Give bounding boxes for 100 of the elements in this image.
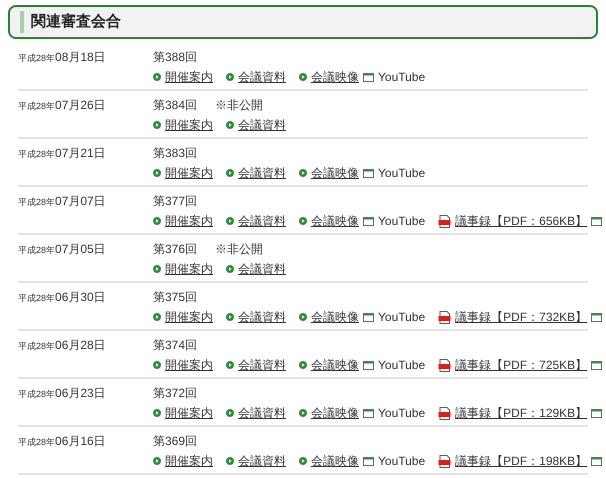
pdf-icon xyxy=(438,454,452,468)
session-number: 第376回 xyxy=(153,241,198,257)
bullet-icon xyxy=(299,457,307,465)
bullet-icon xyxy=(226,313,234,321)
bullet-icon xyxy=(226,73,234,81)
new-window-icon xyxy=(591,216,602,226)
video-link[interactable]: 会議映像 xyxy=(311,165,359,181)
new-window-icon xyxy=(363,408,374,418)
session-number: 第375回 xyxy=(153,289,198,305)
bullet-icon xyxy=(226,217,234,225)
section-title: 関連審査会合 xyxy=(31,12,121,32)
video-link[interactable]: 会議映像 xyxy=(311,453,359,469)
bullet-icon xyxy=(299,361,307,369)
bullet-icon xyxy=(299,73,307,81)
meeting-link[interactable]: 会議資料 xyxy=(238,261,286,277)
bullet-icon xyxy=(153,409,161,417)
bullet-icon xyxy=(153,73,161,81)
video-service-label: YouTube xyxy=(378,309,426,325)
video-link[interactable]: 会議映像 xyxy=(311,69,359,85)
meeting-link[interactable]: 開催案内 xyxy=(165,117,213,133)
meeting-link[interactable]: 開催案内 xyxy=(165,213,213,229)
bullet-icon xyxy=(226,361,234,369)
new-window-icon xyxy=(591,312,602,322)
meeting-date: 平成28年07月05日 xyxy=(18,241,107,258)
new-window-icon xyxy=(363,216,374,226)
private-note: ※非公開 xyxy=(215,241,264,257)
private-note: ※非公開 xyxy=(215,97,264,113)
bullet-icon xyxy=(153,169,161,177)
meeting-date: 平成28年06月30日 xyxy=(18,289,107,306)
meeting-link[interactable]: 開催案内 xyxy=(165,261,213,277)
session-number: 第369回 xyxy=(153,433,198,449)
meeting-date: 平成28年06月23日 xyxy=(18,385,107,402)
video-link[interactable]: 会議映像 xyxy=(311,213,359,229)
bullet-icon xyxy=(299,313,307,321)
video-service-label: YouTube xyxy=(378,453,426,469)
meeting-date: 平成28年06月16日 xyxy=(18,433,107,450)
bullet-icon xyxy=(299,409,307,417)
video-service-label: YouTube xyxy=(378,213,426,229)
new-window-icon xyxy=(363,168,374,178)
new-window-icon xyxy=(363,312,374,322)
bullet-icon xyxy=(226,457,234,465)
meeting-link[interactable]: 会議資料 xyxy=(238,309,286,325)
minutes-pdf-link[interactable]: 議事録【PDF：732KB】 xyxy=(455,309,588,325)
meeting-link[interactable]: 会議資料 xyxy=(238,405,286,421)
meeting-date: 平成28年07月21日 xyxy=(18,145,107,162)
meeting-link[interactable]: 開催案内 xyxy=(165,357,213,373)
bullet-icon xyxy=(226,121,234,129)
bullet-icon xyxy=(226,169,234,177)
pdf-icon xyxy=(438,310,452,324)
meeting-date: 平成28年07月26日 xyxy=(18,97,107,114)
meeting-date: 平成28年06月28日 xyxy=(18,337,107,354)
bullet-icon xyxy=(299,217,307,225)
pdf-icon xyxy=(438,406,452,420)
session-number: 第377回 xyxy=(153,193,198,209)
video-service-label: YouTube xyxy=(378,69,426,85)
new-window-icon xyxy=(591,360,602,370)
new-window-icon xyxy=(591,408,602,418)
bullet-icon xyxy=(153,313,161,321)
session-number: 第384回 xyxy=(153,97,198,113)
minutes-pdf-link[interactable]: 議事録【PDF：725KB】 xyxy=(455,357,588,373)
meeting-link[interactable]: 開催案内 xyxy=(165,165,213,181)
meeting-link[interactable]: 開催案内 xyxy=(165,309,213,325)
video-link[interactable]: 会議映像 xyxy=(311,357,359,373)
video-link[interactable]: 会議映像 xyxy=(311,405,359,421)
meeting-date: 平成28年08月18日 xyxy=(18,49,107,66)
video-service-label: YouTube xyxy=(378,405,426,421)
session-number: 第372回 xyxy=(153,385,198,401)
new-window-icon xyxy=(363,456,374,466)
meeting-link[interactable]: 開催案内 xyxy=(165,453,213,469)
meeting-link[interactable]: 会議資料 xyxy=(238,213,286,229)
bullet-icon xyxy=(153,265,161,273)
video-service-label: YouTube xyxy=(378,165,426,181)
minutes-pdf-link[interactable]: 議事録【PDF：656KB】 xyxy=(455,213,588,229)
session-number: 第374回 xyxy=(153,337,198,353)
bullet-icon xyxy=(153,217,161,225)
minutes-pdf-link[interactable]: 議事録【PDF：129KB】 xyxy=(455,405,588,421)
meeting-link[interactable]: 会議資料 xyxy=(238,453,286,469)
bullet-icon xyxy=(226,409,234,417)
video-link[interactable]: 会議映像 xyxy=(311,309,359,325)
bullet-icon xyxy=(299,169,307,177)
meeting-link[interactable]: 会議資料 xyxy=(238,117,286,133)
meeting-date: 平成28年07月07日 xyxy=(18,193,107,210)
header-accent-bar xyxy=(20,11,24,33)
minutes-pdf-link[interactable]: 議事録【PDF：198KB】 xyxy=(455,453,588,469)
meeting-link[interactable]: 開催案内 xyxy=(165,69,213,85)
new-window-icon xyxy=(363,72,374,82)
new-window-icon xyxy=(363,360,374,370)
bullet-icon xyxy=(153,121,161,129)
session-number: 第383回 xyxy=(153,145,198,161)
new-window-icon xyxy=(591,456,602,466)
meeting-link[interactable]: 会議資料 xyxy=(238,165,286,181)
bullet-icon xyxy=(226,265,234,273)
meeting-link[interactable]: 会議資料 xyxy=(238,69,286,85)
bullet-icon xyxy=(153,457,161,465)
meeting-link[interactable]: 会議資料 xyxy=(238,357,286,373)
bullet-icon xyxy=(153,361,161,369)
video-service-label: YouTube xyxy=(378,357,426,373)
pdf-icon xyxy=(438,358,452,372)
session-number: 第388回 xyxy=(153,49,198,65)
meeting-link[interactable]: 開催案内 xyxy=(165,405,213,421)
